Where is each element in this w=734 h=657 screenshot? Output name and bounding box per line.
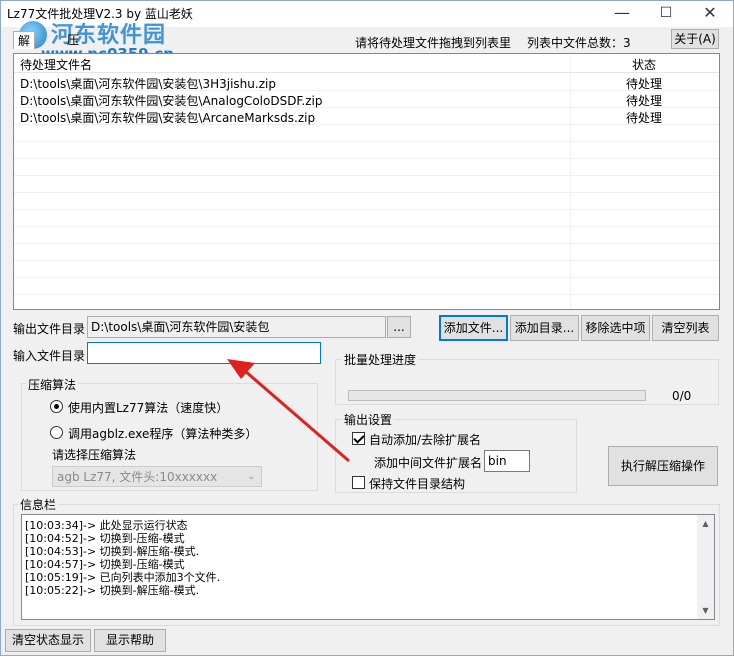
list-header: 待处理文件名 状态 — [14, 54, 719, 73]
log-scrollbar[interactable]: ▲ ▼ — [697, 515, 714, 619]
keep-structure-label[interactable]: 保持文件目录结构 — [369, 475, 465, 492]
empty-row — [14, 159, 719, 176]
auto-ext-checkbox[interactable] — [352, 432, 365, 445]
empty-row — [14, 125, 719, 142]
empty-row — [14, 227, 719, 244]
clear-status-button[interactable]: 清空状态显示 — [5, 629, 91, 652]
add-dir-button[interactable]: 添加目录... — [510, 315, 579, 341]
keep-structure-checkbox[interactable] — [352, 476, 365, 489]
close-icon[interactable]: ✕ — [699, 3, 721, 23]
file-list[interactable]: 待处理文件名 状态 D:\tools\桌面\河东软件园\安装包\3H3jishu… — [13, 53, 720, 310]
drag-hint: 请将待处理文件拖拽到列表里 — [355, 36, 512, 50]
auto-ext-label[interactable]: 自动添加/去除扩展名 — [369, 431, 481, 448]
output-settings-group: 输出设置 自动添加/去除扩展名 添加中间文件扩展名 bin 保持文件目录结构 — [335, 411, 577, 493]
empty-row — [14, 193, 719, 210]
column-header-filename[interactable]: 待处理文件名 — [20, 56, 92, 73]
list-item-file: D:\tools\桌面\河东软件园\安装包\3H3jishu.zip — [20, 77, 276, 91]
list-item-status: 待处理 — [626, 77, 663, 91]
agblz-label[interactable]: 调用agblz.exe程序（算法种类多） — [68, 425, 257, 442]
list-item[interactable]: D:\tools\桌面\河东软件园\安装包\ArcaneMarksds.zip … — [14, 108, 719, 125]
scroll-up-icon[interactable]: ▲ — [697, 515, 714, 532]
list-item[interactable]: D:\tools\桌面\河东软件园\安装包\3H3jishu.zip 待处理 — [14, 74, 719, 91]
progress-bar — [348, 390, 646, 401]
empty-row — [14, 142, 719, 159]
app-window: Lz77文件批处理V2.3 by 蓝山老妖 — ☐ ✕ 河东软件园 www.pc… — [0, 0, 734, 656]
tab-decompress[interactable]: 解压缩 — [13, 31, 36, 84]
info-title: 信息栏 — [18, 496, 59, 513]
list-item-status: 待处理 — [626, 94, 663, 108]
column-header-status[interactable]: 状态 — [632, 56, 656, 73]
list-item-file: D:\tools\桌面\河东软件园\安装包\AnalogColoDSDF.zip — [20, 94, 323, 108]
log-line: [10:05:19]-> 已向列表中添加3个文件. — [25, 571, 221, 584]
status-log[interactable]: [10:03:34]-> 此处显示运行状态 [10:04:52]-> 切换到-压… — [21, 514, 715, 620]
input-dir-field[interactable] — [87, 342, 321, 364]
empty-row — [14, 244, 719, 261]
list-item[interactable]: D:\tools\桌面\河东软件园\安装包\AnalogColoDSDF.zip… — [14, 91, 719, 108]
progress-value: 0/0 — [672, 389, 692, 403]
show-help-button[interactable]: 显示帮助 — [94, 629, 166, 652]
empty-row — [14, 210, 719, 227]
progress-group: 批量处理进度 0/0 — [335, 351, 719, 405]
log-line: [10:04:57]-> 切换到-压缩-模式 — [25, 558, 185, 571]
output-dir-field[interactable]: D:\tools\桌面\河东软件园\安装包 — [87, 316, 386, 338]
empty-row — [14, 261, 719, 278]
remove-selected-button[interactable]: 移除选中项 — [581, 315, 650, 341]
log-line: [10:04:52]-> 切换到-压缩-模式 — [25, 532, 185, 545]
list-item-status: 待处理 — [626, 111, 663, 125]
browse-output-button[interactable]: ... — [387, 316, 411, 338]
file-count-label: 列表中文件总数： — [527, 36, 624, 50]
clear-list-button[interactable]: 清空列表 — [652, 315, 719, 341]
progress-label: 批量处理进度 — [342, 351, 419, 368]
window-title: Lz77文件批处理V2.3 by 蓝山老妖 — [7, 7, 193, 21]
file-count: 列表中文件总数：3 — [527, 34, 631, 51]
mid-ext-label: 添加中间文件扩展名 — [374, 456, 483, 470]
log-line: [10:05:22]-> 切换到-解压缩-模式. — [25, 584, 200, 597]
log-line: [10:03:34]-> 此处显示运行状态 — [25, 519, 188, 532]
algo-title: 压缩算法 — [26, 376, 79, 393]
list-item-file: D:\tools\桌面\河东软件园\安装包\ArcaneMarksds.zip — [20, 111, 316, 125]
output-settings-title: 输出设置 — [342, 411, 395, 428]
mid-ext-input[interactable]: bin — [484, 450, 530, 472]
minimize-icon[interactable]: — — [611, 3, 633, 23]
log-line: [10:04:53]-> 切换到-解压缩-模式. — [25, 545, 200, 558]
input-dir-label: 输入文件目录 — [13, 349, 86, 363]
title-bar: Lz77文件批处理V2.3 by 蓝山老妖 — ☐ ✕ — [1, 1, 733, 27]
builtin-lz77-radio[interactable] — [50, 400, 63, 413]
algo-select-label: 请选择压缩算法 — [52, 448, 137, 462]
scroll-down-icon[interactable]: ▼ — [697, 602, 714, 619]
add-file-button[interactable]: 添加文件... — [439, 315, 508, 341]
about-button[interactable]: 关于(A) — [671, 29, 719, 49]
file-count-value: 3 — [623, 36, 631, 50]
algo-select[interactable]: agb Lz77, 文件头:10xxxxxx ⌄ — [52, 466, 262, 487]
builtin-lz77-label[interactable]: 使用内置Lz77算法（速度快） — [68, 399, 228, 416]
execute-button[interactable]: 执行解压缩操作 — [608, 446, 718, 486]
empty-row — [14, 278, 719, 295]
algo-select-value: agb Lz77, 文件头:10xxxxxx — [57, 470, 218, 484]
chevron-down-icon: ⌄ — [247, 472, 255, 482]
algo-group: 压缩算法 使用内置Lz77算法（速度快） 调用agblz.exe程序（算法种类多… — [21, 376, 318, 491]
agblz-radio[interactable] — [50, 426, 63, 439]
maximize-icon[interactable]: ☐ — [655, 3, 677, 23]
output-dir-label: 输出文件目录 — [13, 322, 86, 336]
tab-compress[interactable]: 压缩 — [63, 31, 83, 65]
empty-row — [14, 176, 719, 193]
